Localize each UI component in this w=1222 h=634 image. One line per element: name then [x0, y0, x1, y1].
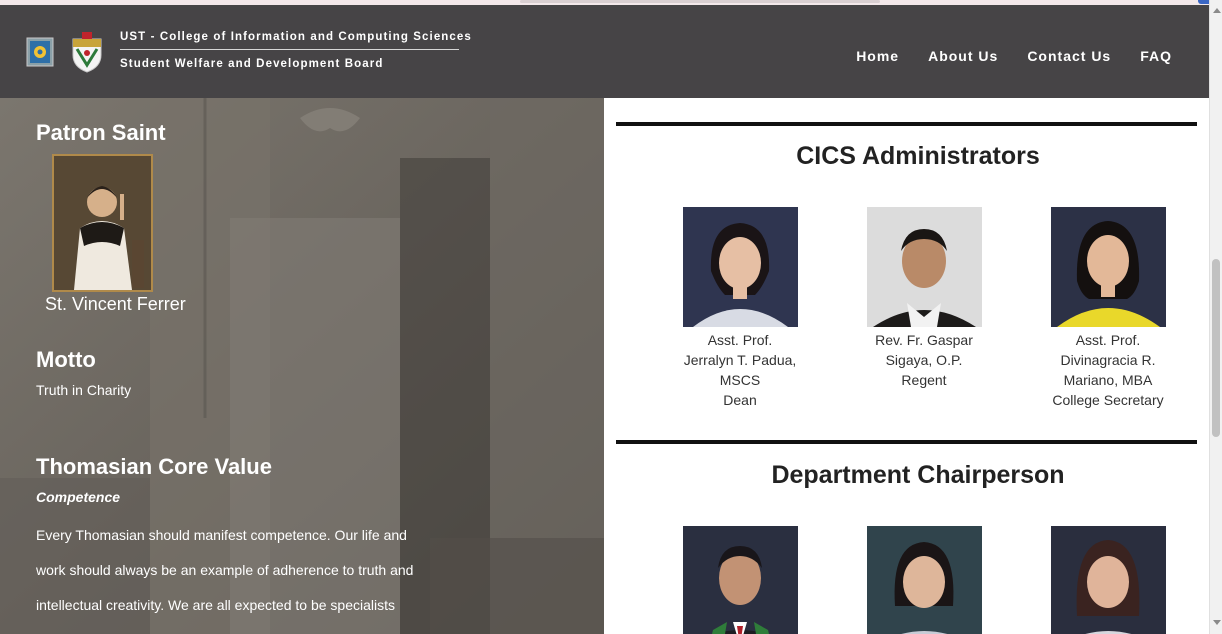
cics-seal-icon[interactable]: [26, 35, 54, 69]
brand-subtitle: Student Welfare and Development Board: [120, 58, 384, 70]
nav-home[interactable]: Home: [856, 48, 899, 64]
chair-photo-3: [1050, 526, 1166, 634]
ust-crest-icon[interactable]: [70, 31, 104, 73]
scroll-up-arrow-icon[interactable]: [1213, 8, 1221, 13]
admin-name: Divinagracia R.: [1060, 352, 1156, 368]
motto-heading: Motto: [36, 347, 96, 372]
saint-name: St. Vincent Ferrer: [45, 294, 186, 314]
core-value-heading: Thomasian Core Value: [36, 454, 272, 479]
admin-degree: Mariano, MBA: [1063, 372, 1153, 388]
admin-card-secretary: Asst. Prof. Divinagracia R. Mariano, MBA…: [1028, 207, 1188, 410]
patron-saint-heading: Patron Saint: [36, 120, 166, 145]
admin-position: Dean: [723, 392, 757, 408]
administrators-panel: CICS Administrators Asst. Prof. Jerralyn…: [604, 98, 1209, 634]
section-divider: [616, 122, 1197, 126]
brand-title: UST - College of Information and Computi…: [120, 31, 471, 50]
main-nav: Home About Us Contact Us FAQ: [856, 48, 1172, 64]
chair-card-1: [660, 526, 820, 634]
core-value-description: Every Thomasian should manifest competen…: [36, 527, 414, 613]
admin-photo-sigaya: [866, 207, 982, 327]
admin-photo-padua: [682, 207, 798, 327]
admin-name: Sigaya, O.P.: [885, 352, 963, 368]
admin-title: Asst. Prof.: [1075, 332, 1141, 348]
core-value-name: Competence: [36, 489, 121, 505]
admin-card-dean: Asst. Prof. Jerralyn T. Padua, MSCS Dean: [660, 207, 820, 410]
nav-contact-us[interactable]: Contact Us: [1027, 48, 1111, 64]
chair-photo-1: [682, 526, 798, 634]
nav-faq[interactable]: FAQ: [1140, 48, 1172, 64]
admin-position: College Secretary: [1052, 392, 1164, 408]
site-header: UST - College of Information and Computi…: [0, 5, 1209, 98]
chair-card-2: [844, 526, 1004, 634]
section-divider: [616, 440, 1197, 444]
scroll-down-arrow-icon[interactable]: [1213, 620, 1221, 625]
admin-caption-mariano: Asst. Prof. Divinagracia R. Mariano, MBA…: [1028, 330, 1188, 410]
admin-card-regent: Rev. Fr. Gaspar Sigaya, O.P. Regent: [844, 207, 1004, 390]
chairperson-heading: Department Chairperson: [771, 461, 1065, 489]
nav-about-us[interactable]: About Us: [928, 48, 998, 64]
motto-text: Truth in Charity: [36, 382, 132, 398]
admin-title: Rev. Fr. Gaspar: [875, 332, 973, 348]
about-left-panel: Patron Saint St. Vincent Ferrer Motto Tr…: [0, 98, 604, 634]
admin-caption-sigaya: Rev. Fr. Gaspar Sigaya, O.P. Regent: [844, 330, 1004, 390]
admin-caption-padua: Asst. Prof. Jerralyn T. Padua, MSCS Dean: [660, 330, 820, 410]
saint-portrait: [52, 154, 153, 292]
admin-name: Jerralyn T. Padua,: [683, 352, 797, 368]
browser-tab-indicator: [520, 0, 880, 3]
admin-degree: MSCS: [719, 372, 761, 388]
chair-card-3: [1028, 526, 1188, 634]
brand-block: UST - College of Information and Computi…: [120, 31, 471, 70]
chair-photo-2: [866, 526, 982, 634]
page-scrollbar[interactable]: [1209, 0, 1222, 634]
scrollbar-thumb[interactable]: [1212, 259, 1220, 437]
admin-position: Regent: [901, 372, 947, 388]
saint-portrait-image: [54, 156, 151, 290]
admin-photo-mariano: [1050, 207, 1166, 327]
administrators-heading: CICS Administrators: [796, 142, 1040, 170]
admin-title: Asst. Prof.: [707, 332, 773, 348]
